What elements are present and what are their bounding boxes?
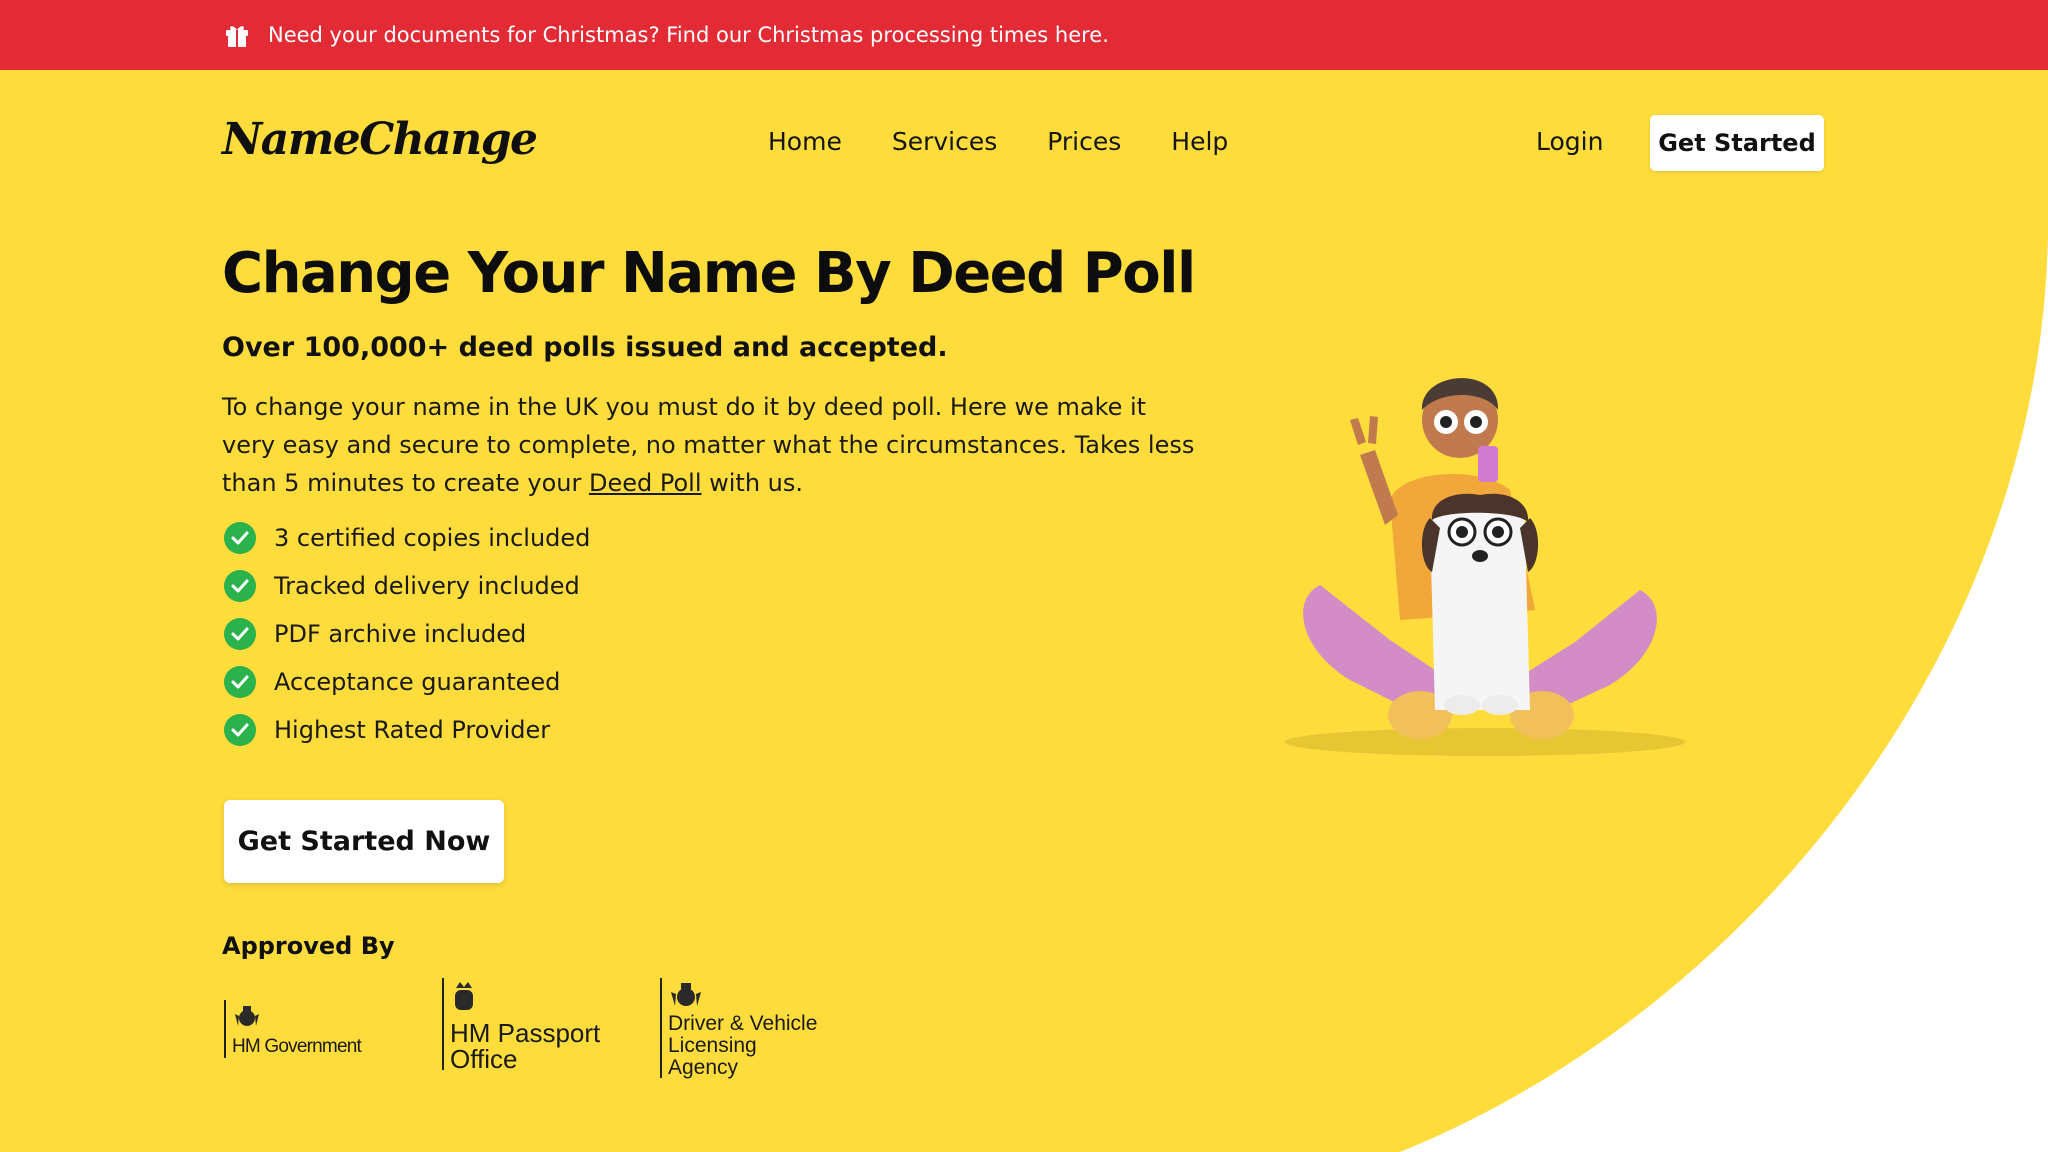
feature-label: Tracked delivery included bbox=[274, 572, 580, 600]
approver-name-line: Licensing bbox=[668, 1034, 757, 1057]
gift-icon bbox=[226, 26, 248, 47]
list-item: Highest Rated Provider bbox=[224, 706, 590, 754]
nav-services[interactable]: Services bbox=[892, 124, 997, 160]
list-item: PDF archive included bbox=[224, 610, 590, 658]
approver-name-line: Driver & Vehicle bbox=[668, 1012, 818, 1035]
check-icon bbox=[224, 570, 256, 602]
approver-name-line: HM Passport bbox=[450, 1018, 601, 1048]
royal-crest-icon bbox=[671, 983, 701, 1006]
check-icon bbox=[224, 714, 256, 746]
logo-divider bbox=[224, 1000, 226, 1058]
crown-crest-icon bbox=[455, 982, 473, 1010]
logo[interactable]: NameChange bbox=[222, 110, 538, 170]
royal-crest-icon bbox=[235, 1006, 259, 1026]
logo-divider bbox=[660, 978, 662, 1078]
list-item: Acceptance guaranteed bbox=[224, 658, 590, 706]
hm-government-logo: HM Government bbox=[224, 1000, 362, 1058]
check-icon bbox=[224, 618, 256, 650]
nav-prices[interactable]: Prices bbox=[1047, 124, 1121, 160]
person-with-dog-illustration bbox=[1285, 378, 1685, 756]
approver-name-line: Office bbox=[450, 1044, 518, 1074]
feature-label: PDF archive included bbox=[274, 620, 527, 648]
announcement-text[interactable]: Need your documents for Christmas? Find … bbox=[268, 20, 1109, 50]
deed-poll-link[interactable]: Deed Poll bbox=[589, 469, 702, 497]
check-icon bbox=[224, 666, 256, 698]
feature-label: 3 certified copies included bbox=[274, 524, 591, 552]
list-item: 3 certified copies included bbox=[224, 514, 590, 562]
approver-name-line: Agency bbox=[668, 1056, 739, 1079]
nav-home[interactable]: Home bbox=[768, 124, 842, 160]
main-nav: Home Services Prices Help bbox=[768, 124, 1278, 160]
intro-text-end: with us. bbox=[701, 469, 804, 497]
nav-help[interactable]: Help bbox=[1171, 124, 1228, 160]
hm-passport-office-logo: HM Passport Office bbox=[442, 978, 620, 1072]
page-title: Change Your Name By Deed Poll bbox=[222, 241, 1196, 306]
feature-label: Acceptance guaranteed bbox=[274, 668, 561, 696]
check-icon bbox=[224, 522, 256, 554]
login-link[interactable]: Login bbox=[1536, 124, 1603, 160]
announcement-bar[interactable]: Need your documents for Christmas? Find … bbox=[0, 0, 2048, 70]
logo-divider bbox=[442, 978, 444, 1070]
dvla-logo: Driver & Vehicle Licensing Agency bbox=[660, 978, 838, 1079]
approved-by-heading: Approved By bbox=[222, 932, 395, 960]
list-item: Tracked delivery included bbox=[224, 562, 590, 610]
feature-list: 3 certified copies included Tracked deli… bbox=[224, 514, 590, 754]
hero-subtitle: Over 100,000+ deed polls issued and acce… bbox=[222, 332, 948, 363]
hero-intro: To change your name in the UK you must d… bbox=[222, 388, 1202, 502]
get-started-now-button[interactable]: Get Started Now bbox=[224, 800, 504, 883]
feature-label: Highest Rated Provider bbox=[274, 716, 551, 744]
get-started-button[interactable]: Get Started bbox=[1650, 115, 1824, 171]
